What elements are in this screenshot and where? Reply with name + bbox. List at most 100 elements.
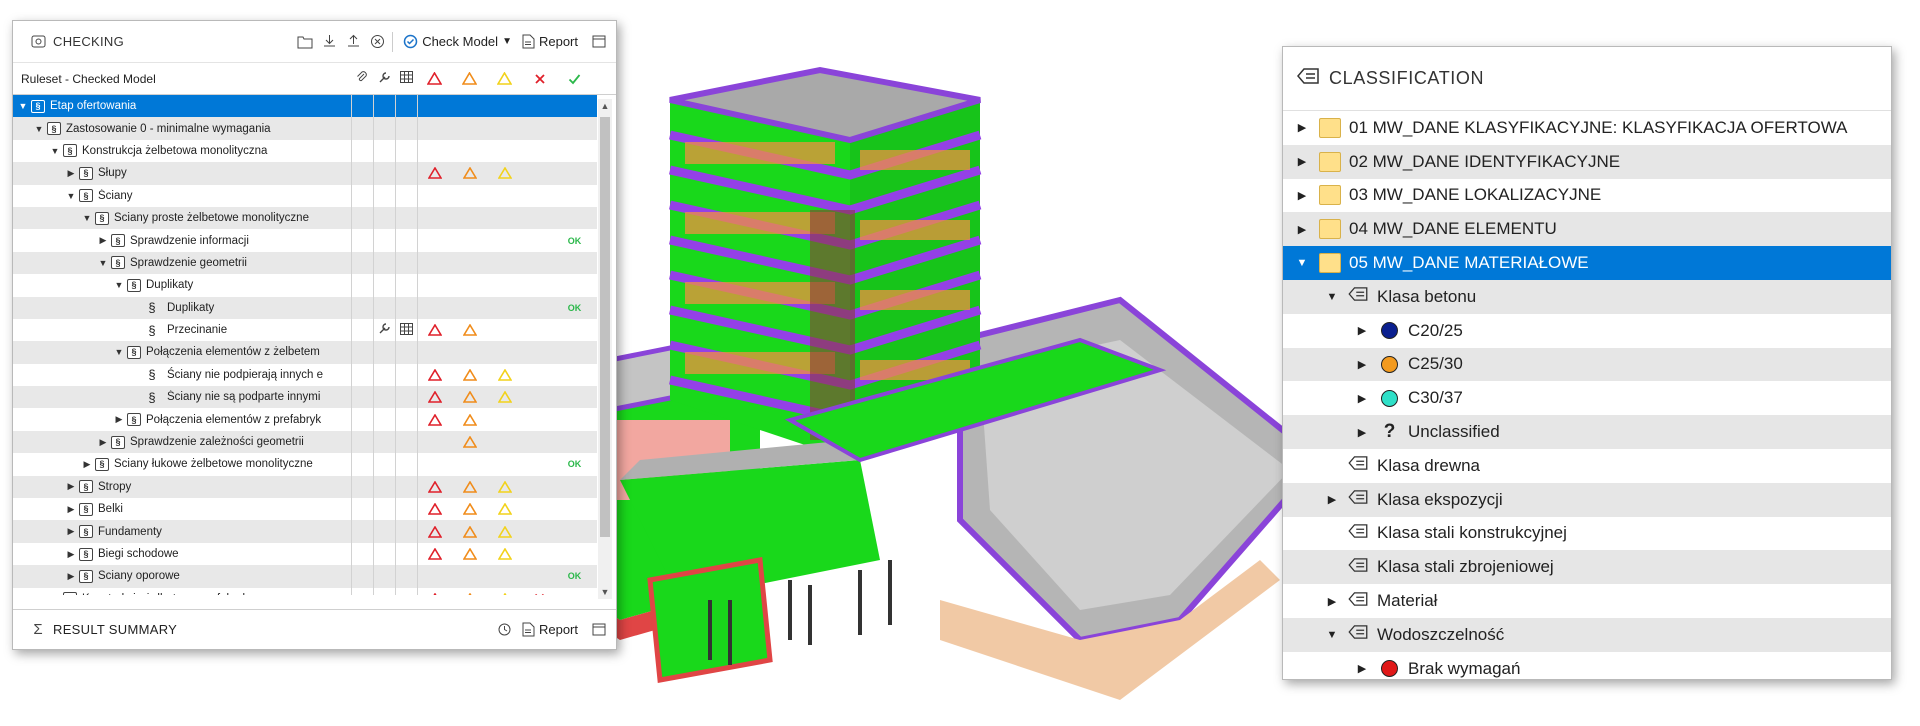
ruleset-tree-row[interactable]: § Ściany nie są podparte innymi [13, 386, 597, 409]
classification-row[interactable]: Klasa drewna [1283, 449, 1891, 483]
expand-closed-icon[interactable]: ▶ [65, 526, 77, 537]
classification-row[interactable]: ▶ Klasa ekspozycji [1283, 482, 1891, 517]
expand-closed-icon[interactable]: ▶ [1353, 358, 1371, 371]
ruleset-tree-row[interactable]: ▶ § Stropy [13, 475, 597, 499]
classification-row[interactable]: ▶ Brak wymagań [1283, 652, 1891, 679]
chevron-down-icon[interactable]: ▼ [502, 36, 512, 47]
expand-closed-icon[interactable]: ▶ [1293, 223, 1311, 236]
expand-open-icon[interactable]: ▼ [1323, 291, 1341, 303]
summary-settings-icon[interactable] [496, 621, 514, 639]
download-icon[interactable] [320, 33, 338, 51]
expand-closed-icon[interactable]: ▶ [65, 549, 77, 560]
classification-row[interactable]: ▼ Klasa betonu [1283, 279, 1891, 314]
classification-row[interactable]: ▶ 02 MW_DANE IDENTYFIKACYJNE [1283, 144, 1891, 179]
export-icon[interactable] [344, 33, 362, 51]
ruleset-tree-row[interactable]: ▶ § Biegi schodowe [13, 543, 597, 565]
attachment-column-icon[interactable] [351, 70, 373, 87]
accepted-column-icon[interactable] [557, 73, 592, 85]
classification-row[interactable]: ▶ C20/25 [1283, 314, 1891, 348]
table-icon[interactable] [395, 322, 417, 338]
scrollbar-thumb[interactable] [600, 117, 610, 537]
result-summary-bar[interactable]: Σ RESULT SUMMARY Report [13, 609, 616, 649]
ruleset-tree-row[interactable]: ▶ § Ściany łukowe żelbetowe monolityczne OK [13, 453, 597, 475]
ruleset-tree-row[interactable]: § Ściany nie podpierają innych e [13, 364, 597, 386]
summary-maximize-icon[interactable] [590, 621, 608, 639]
expand-closed-icon[interactable]: ▶ [113, 414, 125, 425]
classification-row[interactable]: Klasa stali zbrojeniowej [1283, 550, 1891, 585]
classification-row[interactable]: ▶? Unclassified [1283, 415, 1891, 449]
expand-closed-icon[interactable]: ▶ [1353, 426, 1371, 439]
expand-closed-icon[interactable]: ▶ [65, 481, 77, 492]
classification-row[interactable]: ▶ C25/30 [1283, 347, 1891, 382]
ruleset-tree-row[interactable]: ▼ § Etap ofertowania [13, 95, 597, 118]
ruleset-tree-row[interactable]: ▼ § Zastosowanie 0 - minimalne wymagania [13, 117, 597, 140]
expand-closed-icon[interactable]: ▶ [1323, 493, 1341, 506]
check-model-button[interactable]: Check Model ▼ [403, 34, 512, 49]
scroll-up-icon[interactable]: ▲ [598, 101, 612, 111]
ruleset-column-title[interactable]: Ruleset - Checked Model [13, 72, 351, 86]
report-button[interactable]: Report [522, 34, 578, 49]
ruleset-tree[interactable]: ▼ § Etap ofertowania ▼ § Zastosowanie 0 - min… [13, 95, 597, 595]
ruleset-tree-row[interactable]: ▼ § Ściany proste żelbetowe monolityczne [13, 206, 597, 230]
classification-row[interactable]: ▶ 04 MW_DANE ELEMENTU [1283, 212, 1891, 247]
expand-closed-icon[interactable]: ▶ [1353, 324, 1371, 337]
classification-row[interactable]: ▶ 03 MW_DANE LOKALIZACYJNE [1283, 179, 1891, 213]
expand-open-icon[interactable]: ▼ [65, 191, 77, 201]
ruleset-tree-row[interactable]: ▶ § Sprawdzenie zależności geometrii [13, 430, 597, 454]
classification-row[interactable]: ▼ Wodoszczelność [1283, 617, 1891, 652]
classification-row[interactable]: Klasa stali konstrukcyjnej [1283, 517, 1891, 551]
ruleset-tree-row[interactable]: § Przecinanie [13, 319, 597, 341]
expand-closed-icon[interactable]: ▶ [65, 571, 77, 582]
classification-tree[interactable]: ▶ 01 MW_DANE KLASYFIKACYJNE: KLASYFIKACJA… [1283, 111, 1891, 679]
wrench-column-icon[interactable] [373, 71, 395, 87]
maximize-icon[interactable] [590, 33, 608, 51]
ruleset-tree-row[interactable]: ▶ § Ściany oporowe OK [13, 565, 597, 588]
expand-open-icon[interactable]: ▼ [113, 347, 125, 357]
expand-closed-icon[interactable]: ▶ [1353, 392, 1371, 405]
classification-row[interactable]: ▶ Materiał [1283, 584, 1891, 618]
ruleset-tree-row[interactable]: ▶ § Belki [13, 498, 597, 520]
clear-results-icon[interactable] [368, 33, 386, 51]
expand-closed-icon[interactable]: ▶ [65, 168, 77, 179]
expand-closed-icon[interactable]: ▶ [49, 593, 61, 595]
ruleset-tree-row[interactable]: ▶§ Konstrukcja żelbetowa prefabrykowana [13, 588, 597, 595]
classification-row[interactable]: ▶ 01 MW_DANE KLASYFIKACYJNE: KLASYFIKACJA… [1283, 111, 1891, 145]
expand-closed-icon[interactable]: ▶ [97, 235, 109, 246]
ruleset-tree-row[interactable]: ▶ § Słupy [13, 162, 597, 185]
expand-closed-icon[interactable]: ▶ [81, 459, 93, 470]
expand-open-icon[interactable]: ▼ [33, 124, 45, 134]
summary-report-button[interactable]: Report [522, 622, 578, 637]
open-folder-icon[interactable] [296, 33, 314, 51]
classification-row[interactable]: ▶ C30/37 [1283, 381, 1891, 415]
ruleset-scrollbar[interactable]: ▲ ▼ [598, 99, 612, 599]
expand-open-icon[interactable]: ▼ [1323, 629, 1341, 641]
expand-open-icon[interactable]: ▼ [49, 146, 61, 156]
model-viewport[interactable] [560, 40, 1320, 720]
rejected-column-icon[interactable] [522, 73, 557, 85]
expand-open-icon[interactable]: ▼ [113, 280, 125, 290]
expand-closed-icon[interactable]: ▶ [1293, 121, 1311, 134]
expand-open-icon[interactable]: ▼ [1293, 257, 1311, 269]
expand-open-icon[interactable]: ▼ [81, 213, 93, 223]
moderate-issues-column-icon[interactable] [452, 72, 487, 85]
ruleset-tree-row[interactable]: ▶ § Połączenia elementów z prefabryk [13, 408, 597, 430]
ruleset-tree-row[interactable]: ▼ § Połączenia elementów z żelbetem [13, 341, 597, 364]
expand-closed-icon[interactable]: ▶ [1323, 595, 1341, 608]
scroll-down-icon[interactable]: ▼ [598, 587, 612, 597]
ruleset-tree-row[interactable]: ▼ § Konstrukcja żelbetowa monolityczna [13, 140, 597, 162]
table-column-icon[interactable] [395, 71, 417, 86]
ruleset-tree-row[interactable]: ▶ § Sprawdzenie informacji OK [13, 229, 597, 251]
ruleset-tree-row[interactable]: § Duplikaty OK [13, 296, 597, 319]
ruleset-tree-row[interactable]: ▶ § Fundamenty [13, 520, 597, 543]
wrench-icon[interactable] [373, 322, 395, 338]
expand-open-icon[interactable]: ▼ [97, 258, 109, 268]
ruleset-tree-row[interactable]: ▼ § Duplikaty [13, 274, 597, 296]
ruleset-tree-row[interactable]: ▼ § Sprawdzenie geometrii [13, 251, 597, 275]
ruleset-tree-row[interactable]: ▼ § Ściany [13, 185, 597, 207]
low-issues-column-icon[interactable] [487, 72, 522, 85]
expand-closed-icon[interactable]: ▶ [1353, 662, 1371, 675]
expand-closed-icon[interactable]: ▶ [65, 504, 77, 515]
expand-closed-icon[interactable]: ▶ [1293, 189, 1311, 202]
expand-open-icon[interactable]: ▼ [17, 101, 29, 111]
classification-row[interactable]: ▼ 05 MW_DANE MATERIAŁOWE [1283, 246, 1891, 280]
